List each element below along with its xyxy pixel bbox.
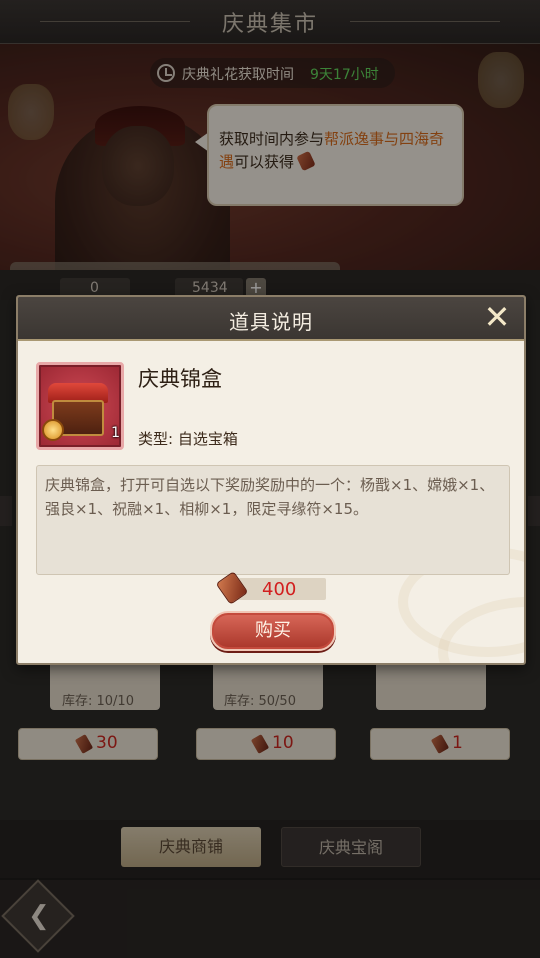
dialog-title: 道具说明 <box>229 310 313 334</box>
item-price: 400 <box>262 579 297 600</box>
item-type: 类型: 自选宝箱 <box>138 430 238 448</box>
item-info-dialog: 道具说明 ✕ 1 庆典锦盒 类型: 自选宝箱 庆典锦盒，打开可自选以下奖励奖励中… <box>16 295 526 665</box>
item-description: 庆典锦盒，打开可自选以下奖励奖励中的一个：杨戬×1、嫦娥×1、强良×1、祝融×1… <box>36 465 510 575</box>
item-name: 庆典锦盒 <box>138 367 222 391</box>
buy-button[interactable]: 购买 <box>210 611 336 651</box>
close-icon[interactable]: ✕ <box>480 301 514 335</box>
coin-icon <box>42 419 64 441</box>
item-count: 1 <box>111 425 120 441</box>
